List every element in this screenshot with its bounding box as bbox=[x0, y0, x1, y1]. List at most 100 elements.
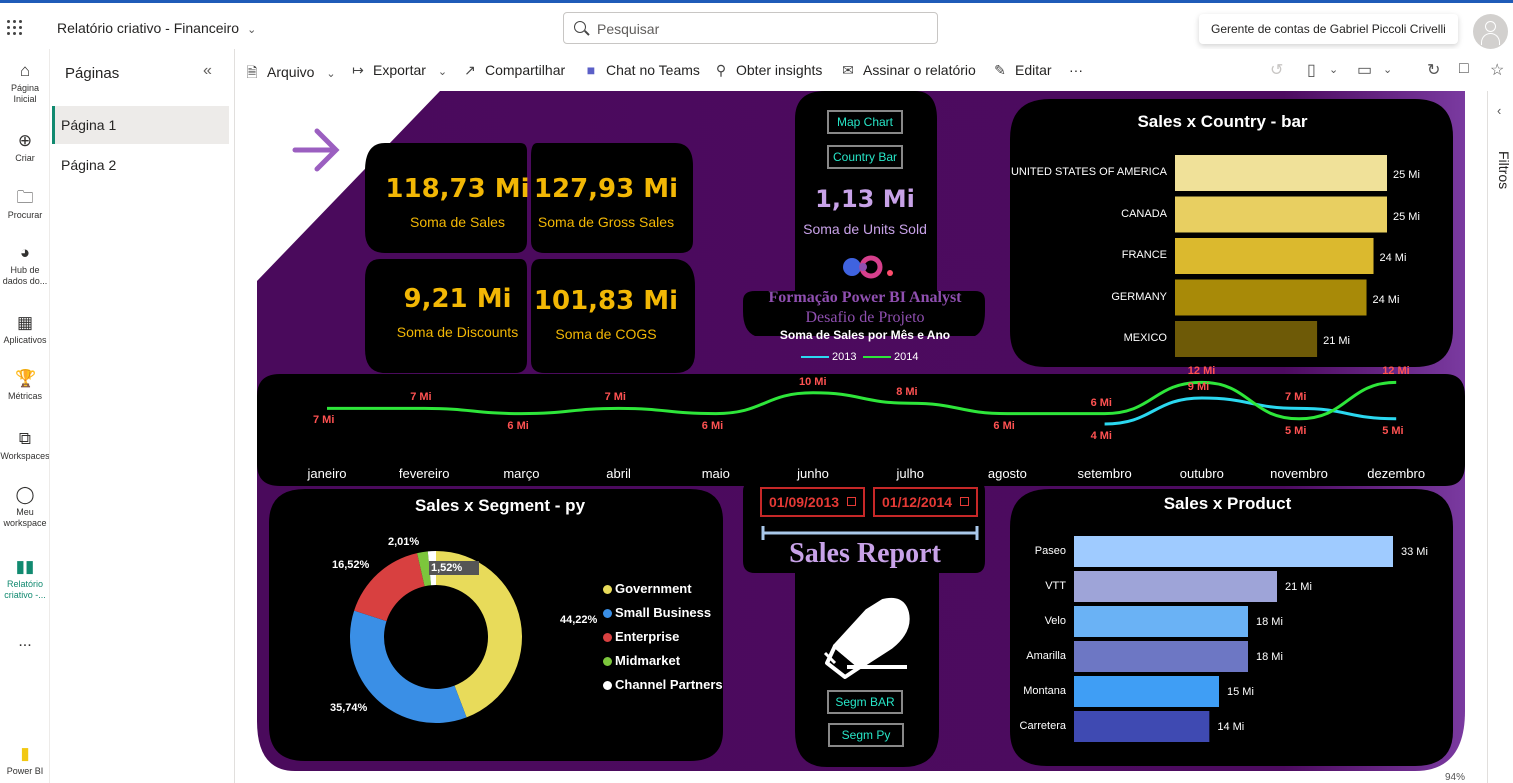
report-canvas: 118,73 Mi Soma de Sales 127,93 Mi Soma d… bbox=[235, 91, 1487, 783]
data-hub-icon: ◕ bbox=[19, 243, 31, 262]
country-bar[interactable] bbox=[1175, 238, 1374, 274]
segment-legend-item[interactable]: Midmarket bbox=[603, 653, 680, 668]
nav-current-report[interactable]: ▮▮ Relatório criativo -... bbox=[0, 557, 49, 601]
product-bar[interactable] bbox=[1074, 606, 1248, 637]
country-bar-value: 24 Mi bbox=[1379, 252, 1407, 264]
country-bar[interactable] bbox=[1175, 321, 1318, 357]
country-bar[interactable] bbox=[1175, 155, 1387, 191]
product-bar-value: 18 Mi bbox=[1256, 651, 1283, 663]
share-icon: ↗ bbox=[464, 62, 476, 78]
country-bar[interactable] bbox=[1175, 279, 1367, 316]
filters-pane[interactable]: ‹ Filtros bbox=[1487, 91, 1513, 783]
file-icon: 🗎 bbox=[246, 64, 258, 80]
line-data-label: 6 Mi bbox=[507, 419, 529, 432]
account-tooltip: Gerente de contas de Gabriel Piccoli Cri… bbox=[1199, 14, 1458, 44]
kpi-gross-sales-value: 127,93 Mi bbox=[533, 174, 679, 204]
month-tick-label: maio bbox=[701, 466, 730, 481]
nav-apps[interactable]: ▦ Aplicativos bbox=[0, 313, 49, 346]
nav-more[interactable]: ... bbox=[0, 633, 49, 650]
comment-icon[interactable]: □ bbox=[1459, 60, 1469, 78]
country-bar[interactable] bbox=[1175, 196, 1387, 233]
donut-pct-label: 35,74% bbox=[330, 702, 368, 714]
donut-pct-label: 1,52% bbox=[429, 561, 479, 575]
product-chart-title: Sales x Product bbox=[1163, 494, 1292, 513]
subscribe-button[interactable]: ✉ Assinar o relatório bbox=[839, 62, 976, 79]
reset-icon[interactable]: ↺ bbox=[1270, 60, 1283, 80]
product-bar[interactable] bbox=[1074, 641, 1248, 672]
export-menu[interactable]: ↦ Exportar ⌄ bbox=[349, 62, 447, 79]
bookmark-icon[interactable]: ▯ bbox=[1307, 60, 1316, 80]
country-bar-value: 21 Mi bbox=[1323, 335, 1350, 347]
report-title: Relatório criativo - Financeiro bbox=[57, 20, 240, 36]
page-tab-2[interactable]: Página 2 bbox=[52, 146, 229, 184]
start-date-input[interactable]: 01/09/2013 bbox=[760, 487, 865, 517]
product-bar[interactable] bbox=[1074, 711, 1210, 742]
app-launcher-icon[interactable] bbox=[7, 20, 23, 36]
chevron-down-icon: ⌄ bbox=[437, 66, 448, 78]
line-data-label: 7 Mi bbox=[604, 391, 626, 404]
calendar-icon bbox=[847, 497, 856, 506]
line-data-label: 6 Mi bbox=[993, 419, 1015, 432]
share-button[interactable]: ↗ Compartilhar bbox=[461, 62, 565, 79]
refresh-icon[interactable]: ↻ bbox=[1427, 60, 1440, 80]
units-sold-label: Soma de Units Sold bbox=[803, 221, 927, 237]
nav-workspaces[interactable]: ⧉ Workspaces bbox=[0, 429, 49, 462]
month-tick-label: outubro bbox=[1179, 466, 1224, 481]
line-data-label: 4 Mi bbox=[1090, 430, 1112, 442]
segment-legend-item[interactable]: Enterprise bbox=[603, 629, 679, 644]
product-bar-value: 18 Mi bbox=[1256, 616, 1283, 628]
calendar-icon bbox=[960, 497, 969, 506]
collapse-pane-icon[interactable]: « bbox=[203, 62, 212, 80]
product-bar[interactable] bbox=[1074, 571, 1277, 602]
report-title-dropdown[interactable]: Relatório criativo - Financeiro ⌄ bbox=[57, 20, 256, 36]
nav-home[interactable]: ⌂ Página Inicial bbox=[0, 61, 49, 105]
view-icon[interactable]: ▭ bbox=[1357, 60, 1372, 80]
units-sold-value: 1,13 Mi bbox=[815, 185, 915, 213]
line-data-label: 6 Mi bbox=[701, 419, 724, 432]
donut-pct-label: 16,52% bbox=[332, 559, 370, 571]
nav-my-workspace[interactable]: ◯ Meu workspace bbox=[0, 485, 49, 529]
segm-bar-button[interactable]: Segm BAR bbox=[827, 690, 903, 714]
country-bar-value: 25 Mi bbox=[1393, 210, 1420, 223]
line-data-label: 5 Mi bbox=[1285, 424, 1307, 437]
nav-browse[interactable]: 🗀 Procurar bbox=[0, 188, 49, 221]
apps-icon: ▦ bbox=[16, 313, 34, 332]
more-icon: ... bbox=[18, 633, 32, 650]
donut-pct-label: 44,22% bbox=[560, 614, 598, 626]
legend-label: Enterprise bbox=[615, 629, 680, 644]
avatar[interactable] bbox=[1473, 14, 1508, 49]
nav-powerbi[interactable]: ▮ Power BI bbox=[0, 744, 49, 777]
nav-create[interactable]: ⊕ Criar bbox=[0, 131, 49, 164]
edit-button[interactable]: ✎ Editar bbox=[991, 62, 1051, 79]
month-tick-label: janeiro bbox=[307, 466, 347, 481]
legend-dot bbox=[603, 585, 612, 595]
map-chart-button[interactable]: Map Chart bbox=[827, 110, 903, 134]
product-bar[interactable] bbox=[1074, 536, 1393, 567]
line-data-label: 9 Mi bbox=[1187, 381, 1210, 393]
segment-legend-item[interactable]: Government bbox=[603, 581, 692, 596]
sales-report-title: Sales Report bbox=[789, 538, 941, 569]
product-bar-label: Amarilla bbox=[1026, 650, 1066, 662]
segm-py-button[interactable]: Segm Py bbox=[828, 723, 904, 747]
segment-legend-item[interactable]: Small Business bbox=[603, 605, 711, 620]
product-bar[interactable] bbox=[1074, 676, 1219, 707]
expand-filters-icon[interactable]: ‹ bbox=[1497, 103, 1501, 118]
end-date-input[interactable]: 01/12/2014 bbox=[873, 487, 978, 517]
chevron-down-icon[interactable]: ⌄ bbox=[1383, 63, 1392, 76]
more-options-button[interactable]: ··· bbox=[1069, 62, 1083, 78]
workspaces-icon: ⧉ bbox=[18, 429, 32, 448]
nav-metrics[interactable]: 🏆 Métricas bbox=[0, 369, 49, 402]
line-data-label: 12 Mi bbox=[1382, 365, 1410, 378]
insights-button[interactable]: ⚲ Obter insights bbox=[712, 62, 823, 79]
search-box[interactable]: Pesquisar bbox=[563, 12, 938, 44]
file-menu[interactable]: 🗎 Arquivo ⌄ bbox=[243, 62, 335, 86]
nav-data-hub[interactable]: ◕ Hub de dados do... bbox=[0, 243, 49, 287]
segment-legend-item[interactable]: Channel Partners bbox=[603, 677, 723, 692]
favorite-icon[interactable]: ☆ bbox=[1490, 60, 1504, 80]
country-bar-button[interactable]: Country Bar bbox=[827, 145, 903, 169]
product-bar-value: 14 Mi bbox=[1217, 721, 1245, 733]
zoom-level[interactable]: 94% bbox=[1445, 772, 1465, 783]
teams-chat-button[interactable]: ■ Chat no Teams bbox=[582, 62, 700, 78]
chevron-down-icon[interactable]: ⌄ bbox=[1329, 63, 1338, 76]
page-tab-1[interactable]: Página 1 bbox=[52, 106, 229, 144]
